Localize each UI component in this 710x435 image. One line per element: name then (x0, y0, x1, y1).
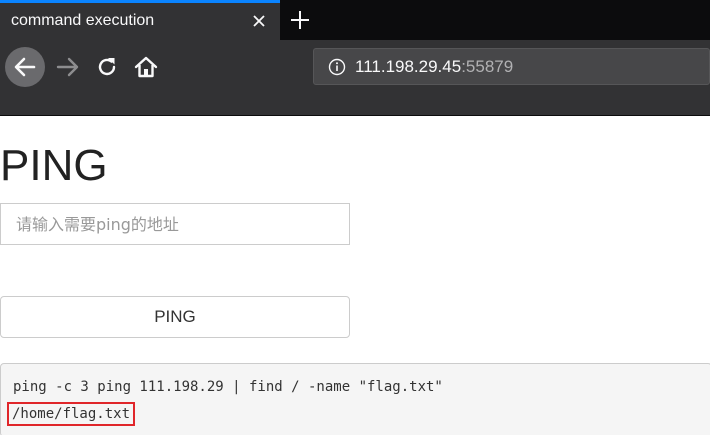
plus-icon[interactable] (288, 8, 312, 32)
navigation-toolbar: 111.198.29.45:55879 (0, 40, 710, 116)
tab-active[interactable]: command execution (0, 0, 280, 40)
arrow-right-icon[interactable] (54, 53, 82, 81)
reload-icon[interactable] (93, 53, 121, 81)
page-content: PING PING ping -c 3 ping 111.198.29 | fi… (0, 116, 710, 435)
info-icon[interactable] (328, 58, 346, 76)
url-host: 111.198.29.45 (355, 57, 462, 76)
output-line-command: ping -c 3 ping 111.198.29 | find / -name… (13, 379, 443, 395)
url-port: :55879 (461, 57, 514, 76)
ping-button[interactable]: PING (0, 296, 350, 338)
address-bar[interactable]: 111.198.29.45:55879 (313, 48, 710, 85)
back-button[interactable] (5, 47, 45, 87)
browser-window: command execution 111.198.29.45:55879 PI… (0, 0, 710, 435)
address-input[interactable] (0, 203, 350, 245)
tab-title: command execution (11, 12, 155, 29)
url-text: 111.198.29.45:55879 (355, 57, 513, 77)
page-title: PING (0, 141, 108, 190)
output-line-result-highlighted: /home/flag.txt (7, 402, 136, 426)
close-icon[interactable] (249, 11, 269, 31)
command-output: ping -c 3 ping 111.198.29 | find / -name… (0, 363, 710, 435)
arrow-left-icon (14, 57, 36, 77)
home-icon[interactable] (132, 53, 160, 81)
tab-strip: command execution (0, 0, 710, 40)
